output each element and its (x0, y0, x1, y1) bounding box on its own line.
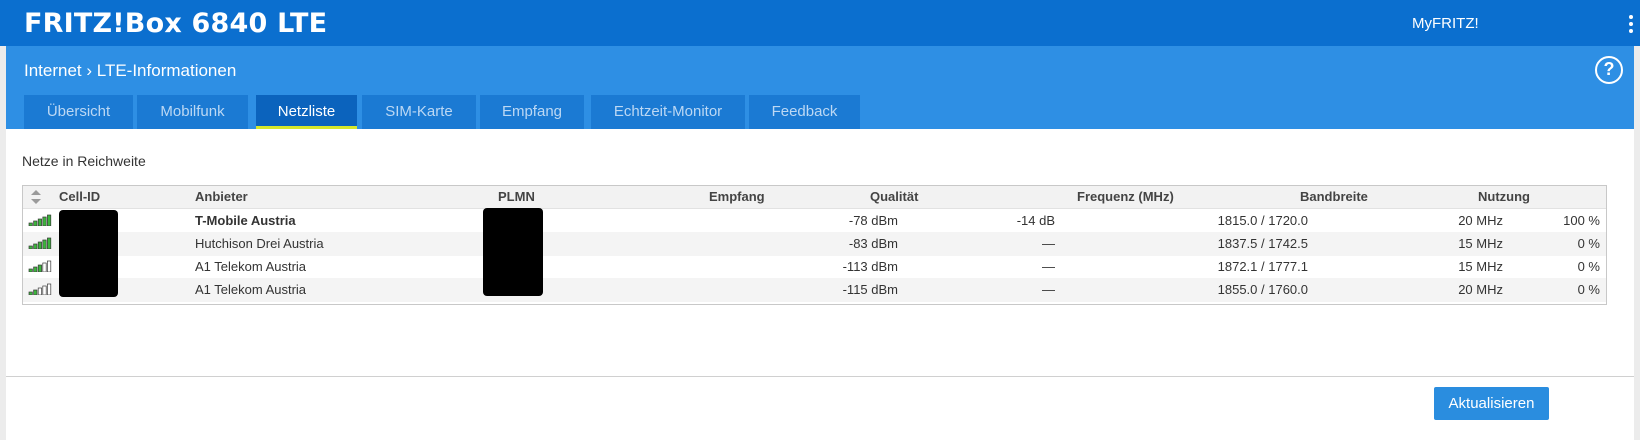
bandwidth-cell: 20 MHz (1458, 282, 1503, 297)
usage-cell: 0 % (1577, 236, 1600, 251)
signal-bar (42, 216, 47, 226)
reception-cell: -78 dBm (848, 213, 898, 228)
refresh-button[interactable]: Aktualisieren (1434, 387, 1549, 420)
redacted-plmn (483, 208, 543, 296)
signal-bar (28, 268, 33, 272)
signal-strength-icon (28, 237, 52, 249)
provider-cell: Hutchison Drei Austria (195, 236, 324, 251)
help-icon[interactable]: ? (1595, 56, 1623, 84)
signal-bar (33, 243, 38, 249)
usage-cell: 0 % (1577, 282, 1600, 297)
reception-cell: -115 dBm (842, 282, 898, 297)
table-header: Cell-ID Anbieter PLMN Empfang Qualität F… (23, 186, 1606, 209)
tab-echtzeit-monitor[interactable]: Echtzeit-Monitor (591, 95, 745, 129)
quality-cell: — (1042, 236, 1055, 251)
provider-cell: T-Mobile Austria (195, 213, 296, 228)
reception-cell: -83 dBm (848, 236, 898, 251)
signal-bar (47, 260, 52, 272)
signal-bar (42, 285, 47, 295)
redacted-cell-ids (59, 210, 118, 297)
quality-cell: -14 dB (1016, 213, 1055, 228)
signal-bar (37, 241, 42, 249)
signal-bar (28, 245, 33, 249)
breadcrumb: Internet › LTE-Informationen (24, 61, 237, 80)
quality-cell: — (1042, 282, 1055, 297)
tab-uebersicht[interactable]: Übersicht (24, 95, 133, 129)
frequency-cell: 1837.5 / 1742.5 (1217, 236, 1308, 251)
signal-bar (47, 214, 52, 226)
signal-bar (37, 218, 42, 226)
tab-empfang[interactable]: Empfang (480, 95, 584, 129)
bandwidth-cell: 15 MHz (1458, 236, 1503, 251)
column-cell-id[interactable]: Cell-ID (59, 189, 100, 204)
sort-icon[interactable] (30, 189, 42, 205)
table-row[interactable]: A1 Telekom Austria -113 dBm — 1872.1 / 1… (23, 255, 1606, 279)
tab-mobilfunk[interactable]: Mobilfunk (137, 95, 248, 129)
signal-bar (33, 220, 38, 226)
signal-bar (28, 222, 33, 226)
signal-bar (33, 289, 38, 295)
signal-bar (47, 237, 52, 249)
signal-bar (47, 283, 52, 295)
provider-cell: A1 Telekom Austria (195, 259, 307, 274)
usage-cell: 100 % (1563, 213, 1600, 228)
divider (6, 376, 1634, 377)
column-frequenz[interactable]: Frequenz (MHz) (1077, 189, 1174, 204)
table-row[interactable]: A1 Telekom Austria -115 dBm — 1855.0 / 1… (23, 278, 1606, 302)
column-qualitaet[interactable]: Qualität (870, 189, 918, 204)
table-row[interactable]: Hutchison Drei Austria -83 dBm — 1837.5 … (23, 232, 1606, 256)
signal-bar (37, 264, 42, 272)
reception-cell: -113 dBm (842, 259, 898, 274)
provider-cell: A1 Telekom Austria (195, 282, 307, 297)
quality-cell: — (1042, 259, 1055, 274)
top-bar: FRITZ!Box 6840 LTE MyFRITZ! (0, 0, 1640, 46)
signal-strength-icon (28, 260, 52, 272)
column-anbieter[interactable]: Anbieter (195, 189, 248, 204)
signal-strength-icon (28, 214, 52, 226)
tab-sim-karte[interactable]: SIM-Karte (362, 95, 476, 129)
content-panel: Internet › LTE-Informationen ? Übersicht… (6, 46, 1634, 440)
usage-cell: 0 % (1577, 259, 1600, 274)
bandwidth-cell: 20 MHz (1458, 213, 1503, 228)
signal-bar (37, 287, 42, 295)
column-empfang[interactable]: Empfang (709, 189, 765, 204)
signal-bar (42, 262, 47, 272)
myfritz-link[interactable]: MyFRITZ! (1412, 15, 1479, 32)
frequency-cell: 1855.0 / 1760.0 (1217, 282, 1308, 297)
product-title: FRITZ!Box 6840 LTE (24, 8, 328, 39)
signal-bar (28, 291, 33, 295)
tab-feedback[interactable]: Feedback (749, 95, 860, 129)
signal-bar (42, 239, 47, 249)
signal-bar (33, 266, 38, 272)
table-row[interactable]: T-Mobile Austria -78 dBm -14 dB 1815.0 /… (23, 209, 1606, 233)
section-title: Netze in Reichweite (22, 153, 146, 169)
more-menu-icon[interactable] (1629, 15, 1633, 33)
signal-strength-icon (28, 283, 52, 295)
network-table: Cell-ID Anbieter PLMN Empfang Qualität F… (22, 185, 1607, 305)
column-bandbreite[interactable]: Bandbreite (1300, 189, 1368, 204)
bandwidth-cell: 15 MHz (1458, 259, 1503, 274)
frequency-cell: 1872.1 / 1777.1 (1217, 259, 1308, 274)
page-header: Internet › LTE-Informationen ? Übersicht… (6, 46, 1634, 129)
frequency-cell: 1815.0 / 1720.0 (1217, 213, 1308, 228)
column-plmn[interactable]: PLMN (498, 189, 535, 204)
column-nutzung[interactable]: Nutzung (1478, 189, 1530, 204)
tab-netzliste[interactable]: Netzliste (256, 95, 357, 129)
